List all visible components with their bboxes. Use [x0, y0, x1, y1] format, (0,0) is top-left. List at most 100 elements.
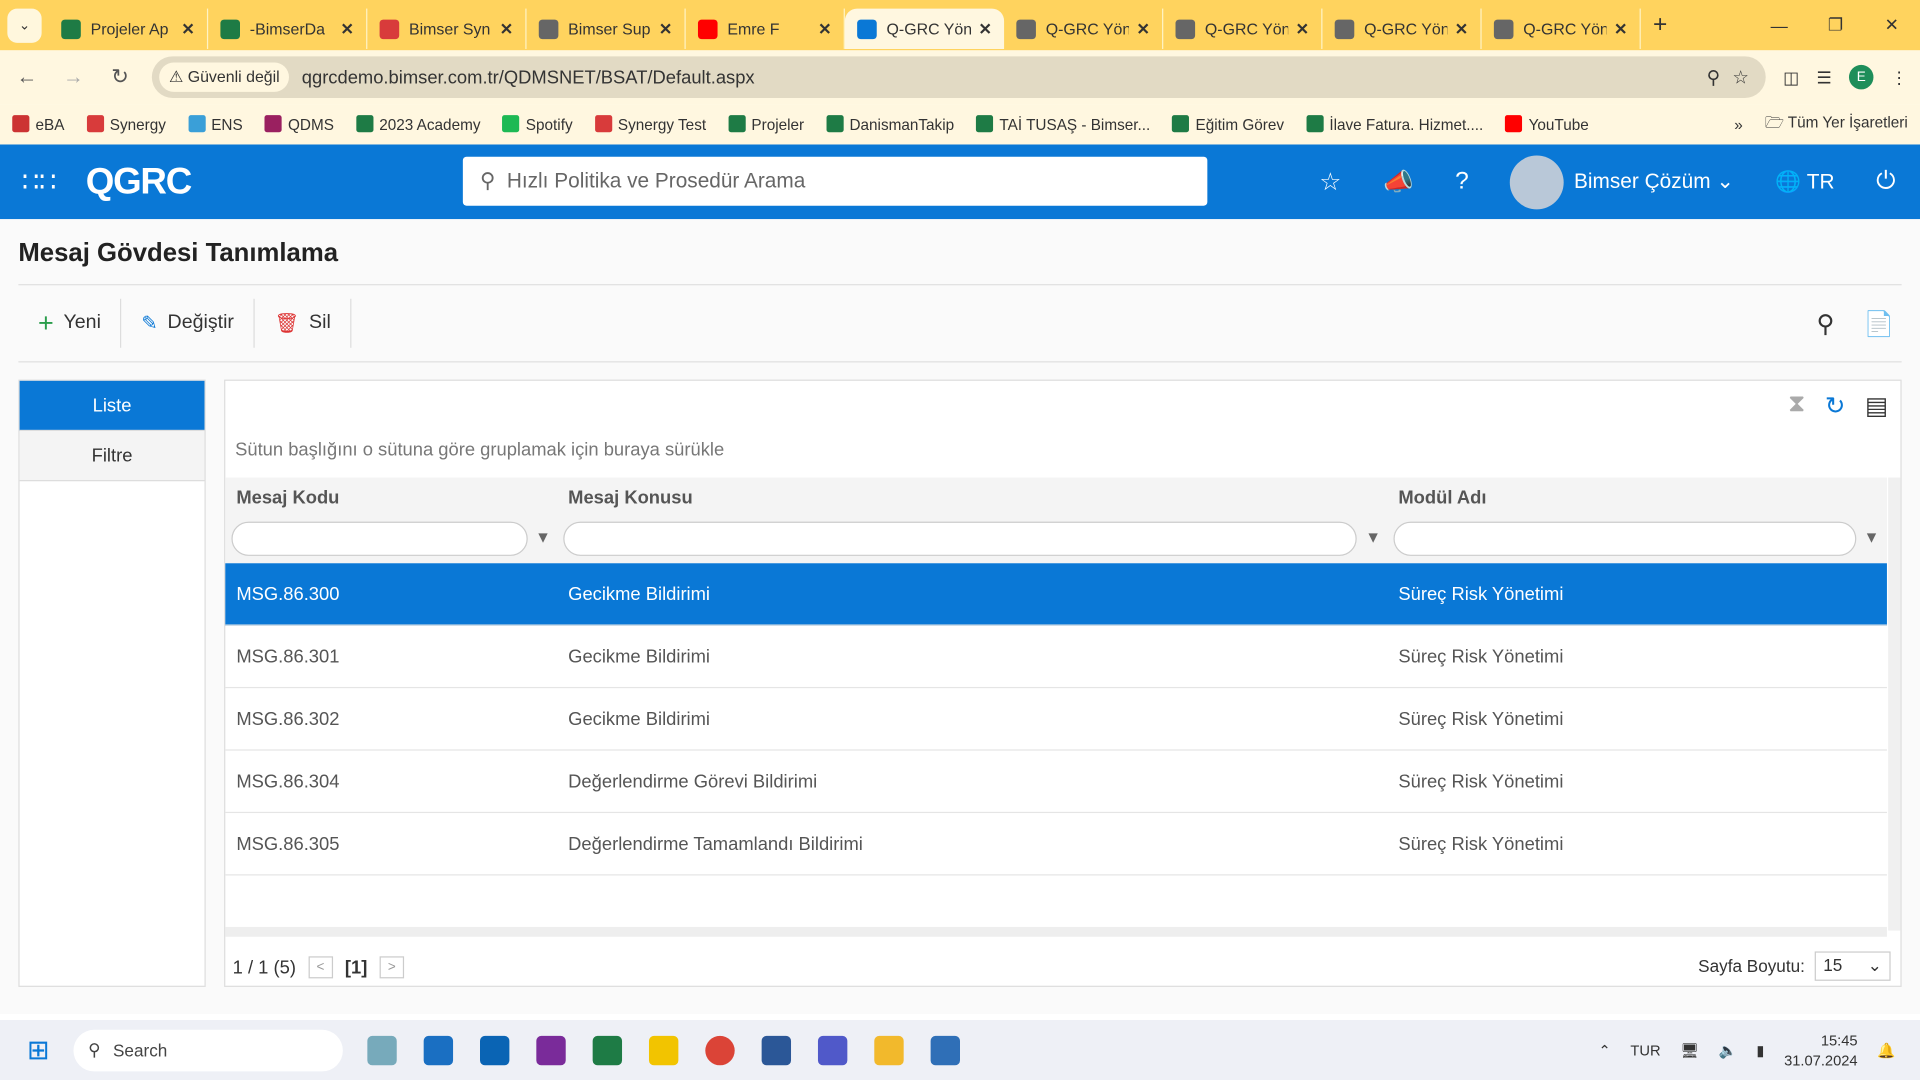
bookmark-star-icon[interactable]: ☆ [1732, 66, 1748, 88]
logo[interactable]: QGRC [86, 161, 193, 203]
browser-tab[interactable]: Bimser Syn ✕ [367, 8, 527, 49]
restore-button[interactable]: ❐ [1807, 0, 1863, 50]
bookmark-item[interactable]: Eğitim Görev [1172, 115, 1284, 133]
filter-icon[interactable]: ▼ [1365, 528, 1381, 546]
profile-avatar[interactable]: E [1848, 64, 1874, 90]
filter-icon[interactable]: ▼ [1864, 528, 1880, 546]
battery-icon[interactable]: ▮ [1756, 1041, 1764, 1058]
close-tab-icon[interactable]: ✕ [1614, 19, 1627, 39]
security-shield-icon[interactable] [930, 1035, 961, 1065]
close-tab-icon[interactable]: ✕ [1455, 19, 1468, 39]
menu-icon[interactable]: ⋮ [1891, 67, 1908, 88]
search-icon[interactable]: ⚲ [1816, 308, 1834, 339]
column-settings-icon[interactable]: ▤ [1865, 391, 1888, 422]
sticky-notes-icon[interactable] [648, 1035, 679, 1065]
browser-tab[interactable]: Q-GRC Yön ✕ [1004, 8, 1164, 49]
bookmark-item[interactable]: Synergy [86, 115, 166, 133]
volume-icon[interactable]: 🔈 [1718, 1041, 1736, 1058]
browser-tab[interactable]: Q-GRC Yön ✕ [1482, 8, 1641, 49]
app-grid-icon[interactable]: ∷∷ [22, 166, 56, 198]
notification-bell-icon[interactable]: 🔔 [1877, 1041, 1895, 1058]
browser-tab[interactable]: Q-GRC Yön ✕ [1163, 8, 1323, 49]
onenote-icon[interactable] [536, 1035, 566, 1065]
refresh-icon[interactable]: ↻ [1825, 391, 1846, 422]
address-bar[interactable]: ⚠ Güvenli değil qgrcdemo.bimser.com.tr/Q… [151, 56, 1766, 98]
security-badge[interactable]: ⚠ Güvenli değil [159, 62, 290, 92]
table-row[interactable]: MSG.86.302 Gecikme Bildirimi Süreç Risk Yö… [225, 688, 1887, 751]
extensions-icon[interactable]: ◫ [1783, 67, 1799, 88]
browser-tab[interactable]: Emre F ✕ [686, 8, 845, 49]
close-tab-icon[interactable]: ✕ [500, 19, 513, 39]
announcement-icon[interactable]: 📣 [1383, 167, 1413, 198]
bookmark-item[interactable]: Projeler [728, 115, 804, 133]
browser-tab[interactable]: Bimser Sup ✕ [527, 8, 686, 49]
more-bookmarks-icon[interactable]: » [1734, 116, 1743, 133]
tab-filter[interactable]: Filtre [19, 431, 205, 482]
close-window-button[interactable]: ✕ [1864, 0, 1920, 50]
bookmark-item[interactable]: İlave Fatura. Hizmet.... [1306, 115, 1483, 133]
browser-tab[interactable]: -BimserDa ✕ [208, 8, 368, 49]
quick-search-input[interactable]: ⚲ Hızlı Politika ve Prosedür Arama [462, 156, 1208, 206]
table-row[interactable]: MSG.86.305 Değerlendirme Tamamlandı Bildi… [225, 813, 1887, 876]
user-menu[interactable]: Bimser Çözüm ⌄ [1510, 154, 1734, 209]
close-tab-icon[interactable]: ✕ [818, 19, 831, 39]
bookmark-item[interactable]: Synergy Test [594, 115, 706, 133]
tab-search-button[interactable]: ⌄ [7, 7, 42, 43]
back-button[interactable]: ← [12, 65, 41, 89]
bookmark-item[interactable]: TAİ TUSAŞ - Bimser... [976, 115, 1150, 133]
all-bookmarks[interactable]: 🗁 Tüm Yer İşaretleri [1765, 111, 1908, 137]
bookmark-item[interactable]: ENS [187, 115, 243, 133]
network-icon[interactable]: 🖥 [1680, 1041, 1699, 1058]
tab-list[interactable]: Liste [19, 380, 205, 432]
filter-input-module[interactable] [1393, 521, 1857, 556]
chrome-icon[interactable] [705, 1035, 735, 1065]
column-header-module[interactable]: Modül Adı [1398, 487, 1486, 508]
browser-tab[interactable]: Q-GRC Yön ✕ [1322, 8, 1482, 49]
page-size-select[interactable]: 15 ⌄ [1814, 951, 1891, 981]
input-language[interactable]: TUR [1630, 1041, 1660, 1058]
column-header-subject[interactable]: Mesaj Konusu [568, 487, 693, 508]
filter-input-subject[interactable] [563, 521, 1357, 556]
vertical-scrollbar[interactable] [1888, 477, 1901, 931]
zoom-icon[interactable]: ⚲ [1707, 66, 1720, 88]
bookmark-item[interactable]: 2023 Academy [355, 115, 480, 133]
clock[interactable]: 15:45 31.07.2024 [1784, 1030, 1858, 1069]
bookmark-item[interactable]: DanismanTakip [826, 115, 954, 133]
close-tab-icon[interactable]: ✕ [341, 19, 354, 39]
delete-button[interactable]: 🗑 Sil [255, 298, 352, 348]
bookmark-item[interactable]: QDMS [264, 115, 334, 133]
table-row[interactable]: MSG.86.304 Değerlendirme Görevi Bildirimi… [225, 751, 1887, 814]
power-icon[interactable]: ⏻ [1876, 168, 1895, 196]
new-tab-button[interactable]: + [1653, 11, 1667, 39]
edit-button[interactable]: ✎ Değiştir [122, 298, 255, 348]
group-panel[interactable]: Sütun başlığını o sütuna göre gruplamak … [235, 440, 724, 461]
new-button[interactable]: + Yeni [18, 298, 122, 348]
next-page-button[interactable]: > [379, 956, 405, 979]
favorites-star-icon[interactable]: ☆ [1319, 167, 1341, 198]
close-tab-icon[interactable]: ✕ [1136, 19, 1149, 39]
windows-start-icon[interactable]: ⊞ [27, 1034, 50, 1066]
prev-page-button[interactable]: < [308, 956, 333, 979]
filter-input-code[interactable] [231, 521, 528, 556]
bookmark-item[interactable]: YouTube [1505, 115, 1589, 133]
table-row[interactable]: MSG.86.301 Gecikme Bildirimi Süreç Risk Yö… [225, 626, 1887, 689]
current-page[interactable]: [1] [345, 957, 367, 978]
word-icon[interactable] [761, 1035, 792, 1065]
file-explorer-icon[interactable] [874, 1035, 904, 1065]
filter-icon[interactable]: ▼ [535, 528, 551, 546]
clear-filter-icon[interactable]: ⧗ [1788, 391, 1805, 422]
close-tab-icon[interactable]: ✕ [1296, 19, 1309, 39]
excel-icon[interactable] [592, 1035, 623, 1065]
excel-export-icon[interactable]: 📄 [1864, 308, 1894, 339]
column-header-code[interactable]: Mesaj Kodu [236, 487, 339, 508]
outlook-icon[interactable] [480, 1035, 510, 1065]
table-row[interactable]: MSG.86.300 Gecikme Bildirimi Süreç Risk Yö… [225, 563, 1887, 626]
bookmark-item[interactable]: Spotify [502, 115, 573, 133]
tray-chevron-icon[interactable]: ⌃ [1599, 1041, 1611, 1058]
close-tab-icon[interactable]: ✕ [659, 19, 672, 39]
language-selector[interactable]: 🌐 TR [1775, 170, 1834, 194]
media-icon[interactable]: ☰ [1816, 67, 1831, 88]
widgets-icon[interactable] [423, 1035, 454, 1065]
horizontal-scrollbar[interactable] [225, 926, 1887, 937]
taskbar-search[interactable]: ⚲ Search [73, 1029, 343, 1071]
